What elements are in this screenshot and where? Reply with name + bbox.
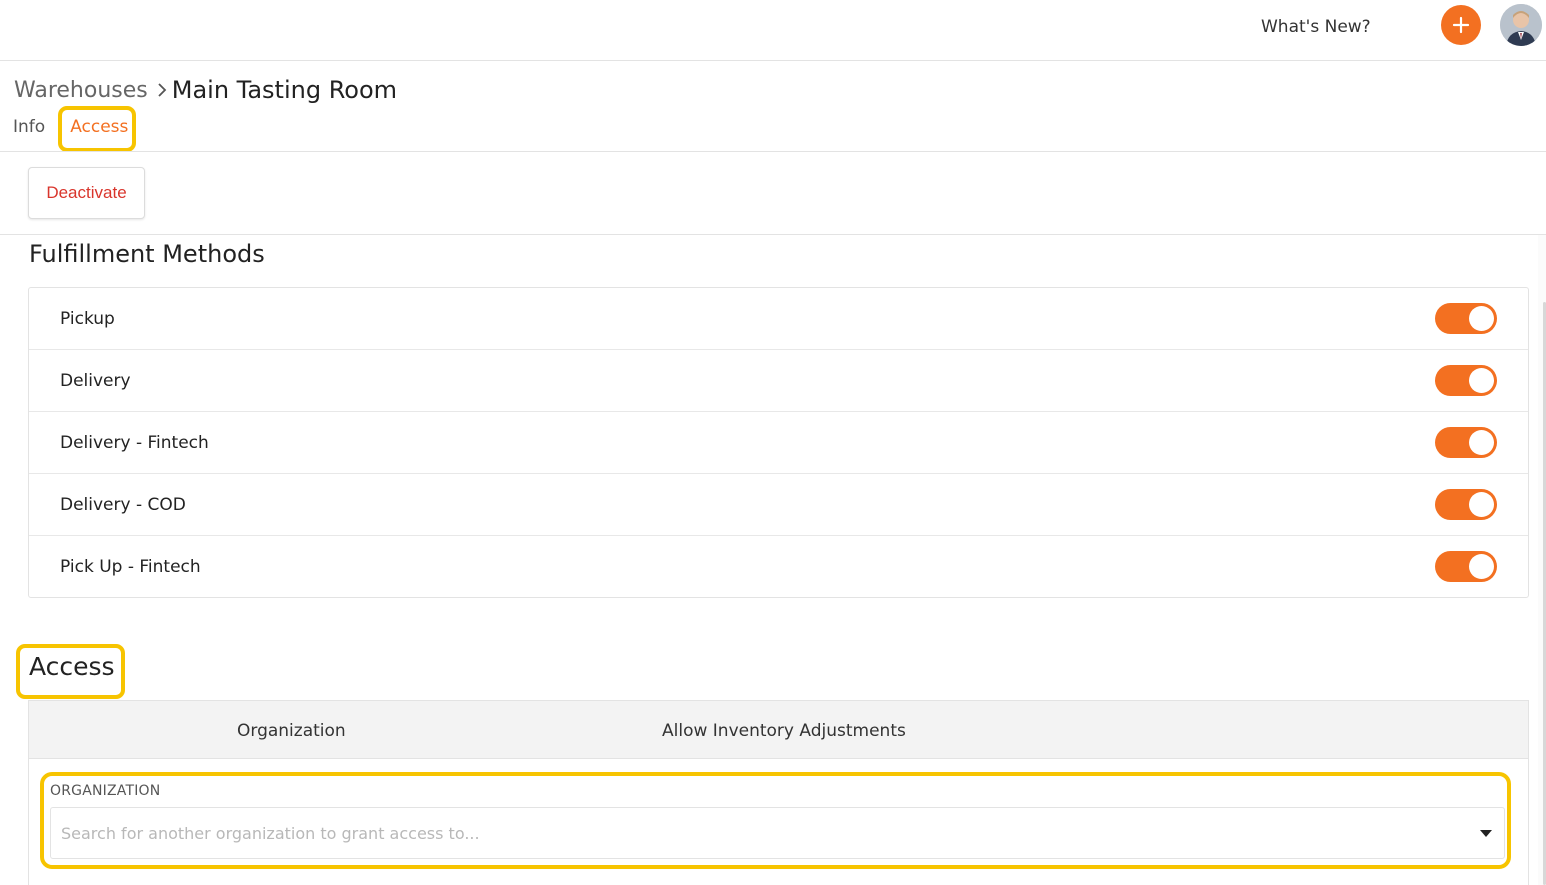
method-label: Pickup xyxy=(60,308,115,329)
user-avatar-icon xyxy=(1500,4,1542,46)
add-button[interactable] xyxy=(1441,5,1481,45)
organization-search-placeholder: Search for another organization to grant… xyxy=(61,823,480,843)
fulfillment-methods-title: Fulfillment Methods xyxy=(29,240,265,268)
page-title: Main Tasting Room xyxy=(171,76,398,104)
method-label: Delivery - Fintech xyxy=(60,432,209,453)
toggle-delivery[interactable] xyxy=(1435,365,1497,396)
list-item: Delivery - COD xyxy=(29,474,1528,536)
method-label: Pick Up - Fintech xyxy=(60,556,201,577)
plus-icon xyxy=(1452,16,1470,34)
toggle-pickup[interactable] xyxy=(1435,303,1497,334)
whats-new-link[interactable]: What's New? xyxy=(1261,17,1371,37)
toggle-delivery-fintech[interactable] xyxy=(1435,427,1497,458)
organization-field-label: ORGANIZATION xyxy=(50,783,161,799)
list-item: Delivery xyxy=(29,350,1528,412)
user-avatar[interactable] xyxy=(1500,4,1542,46)
tab-info[interactable]: Info xyxy=(13,117,45,137)
list-item: Pickup xyxy=(29,288,1528,350)
method-label: Delivery xyxy=(60,370,131,391)
deactivate-button[interactable]: Deactivate xyxy=(28,167,145,219)
access-title: Access xyxy=(29,652,115,681)
column-header-allow-inventory: Allow Inventory Adjustments xyxy=(662,721,906,741)
organization-search-select[interactable]: Search for another organization to grant… xyxy=(50,807,1505,859)
caret-down-icon[interactable] xyxy=(1480,830,1492,837)
divider xyxy=(0,234,1546,235)
table-header: Organization Allow Inventory Adjustments xyxy=(29,701,1528,759)
column-header-organization: Organization xyxy=(237,721,346,741)
top-bar: What's New? xyxy=(0,0,1546,61)
fulfillment-methods-list: Pickup Delivery Delivery - Fintech Deliv… xyxy=(28,287,1529,598)
breadcrumb-warehouses[interactable]: Warehouses xyxy=(14,78,148,103)
breadcrumb: Warehouses Main Tasting Room xyxy=(14,76,397,104)
list-item: Delivery - Fintech xyxy=(29,412,1528,474)
divider xyxy=(0,151,1546,152)
method-label: Delivery - COD xyxy=(60,494,186,515)
tab-bar: Info Access xyxy=(13,117,128,137)
list-item: Pick Up - Fintech xyxy=(29,536,1528,597)
toggle-delivery-cod[interactable] xyxy=(1435,489,1497,520)
tab-access[interactable]: Access xyxy=(70,117,128,137)
chevron-right-icon xyxy=(156,81,168,99)
toggle-pick-up-fintech[interactable] xyxy=(1435,551,1497,582)
